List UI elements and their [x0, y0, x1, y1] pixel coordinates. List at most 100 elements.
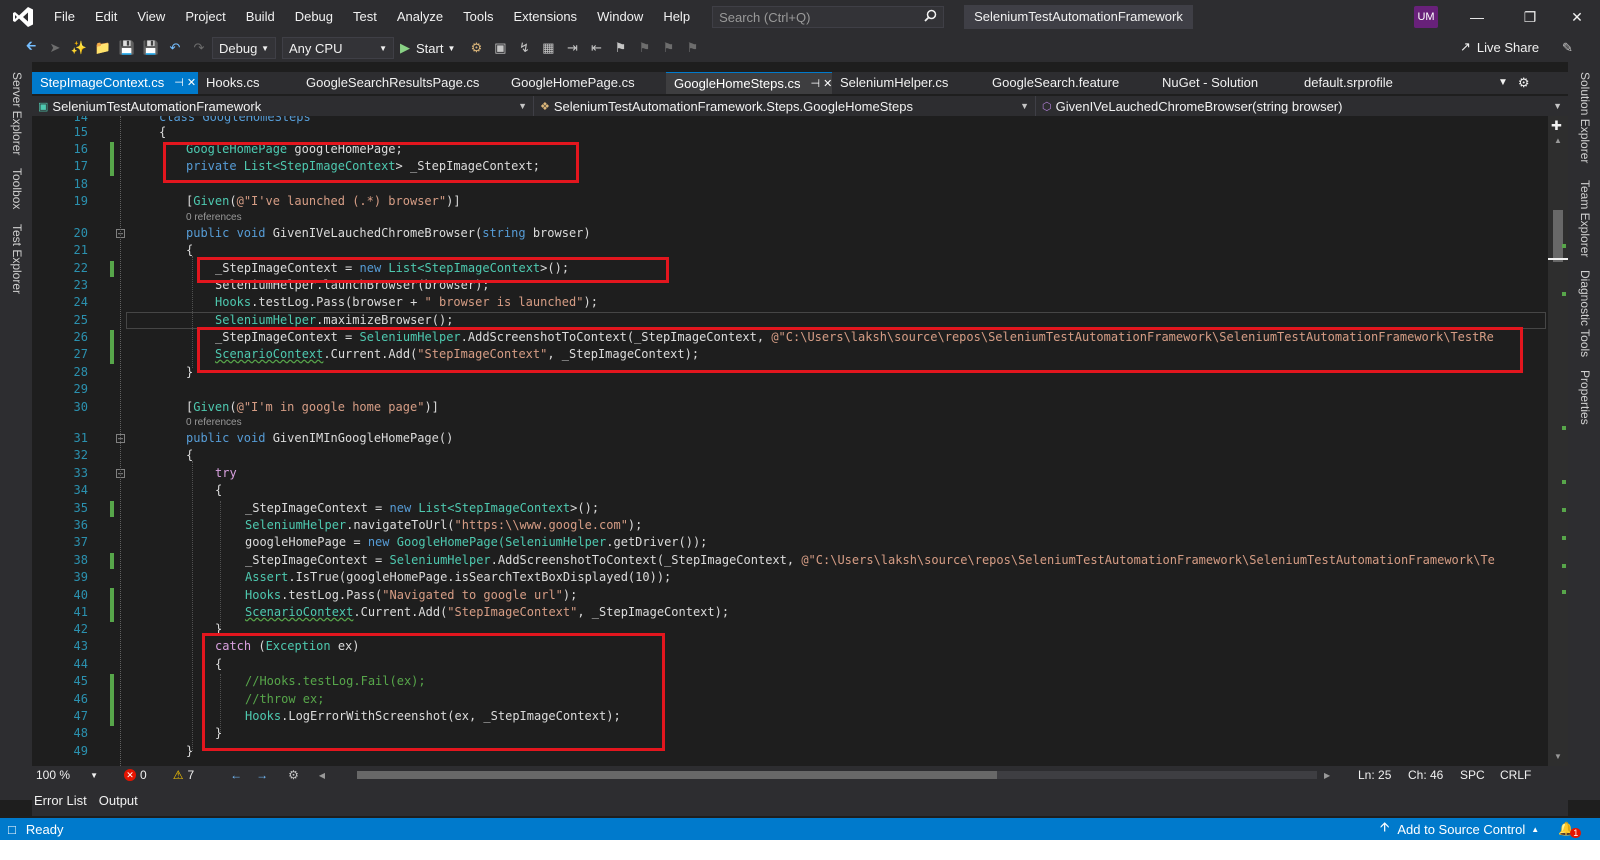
- chevron-down-icon: ▼: [261, 43, 269, 53]
- codelens-references[interactable]: 0 references: [186, 417, 242, 428]
- code-token: string: [482, 226, 526, 240]
- solution-tools-icon[interactable]: ▦: [537, 37, 559, 59]
- tab-output[interactable]: Output: [99, 793, 138, 808]
- platform-select[interactable]: Any CPU ▼: [282, 37, 394, 59]
- whitespace-indicator[interactable]: SPC: [1460, 768, 1485, 782]
- menu-edit[interactable]: Edit: [85, 0, 127, 34]
- error-count[interactable]: ✕ 0: [124, 768, 147, 782]
- step-icon[interactable]: ↯: [513, 37, 535, 59]
- indent-icon[interactable]: ⇥: [561, 37, 583, 59]
- live-share-button[interactable]: ↗ Live Share: [1460, 39, 1539, 55]
- change-marker: [1562, 590, 1566, 594]
- member-dropdown[interactable]: ⬡ GivenIVeLauchedChromeBrowser(string br…: [1036, 96, 1568, 116]
- configuration-select[interactable]: Debug ▼: [212, 37, 276, 59]
- team-explorer-tab[interactable]: Team Explorer: [1578, 180, 1592, 257]
- navigate-back-icon[interactable]: 🡰: [20, 37, 42, 59]
- line-ending-indicator[interactable]: CRLF: [1500, 768, 1531, 782]
- scroll-down-icon[interactable]: ▼: [1554, 752, 1562, 761]
- class-dropdown[interactable]: ❖ SeleniumTestAutomationFramework.Steps.…: [534, 96, 1036, 116]
- properties-tab[interactable]: Properties: [1578, 370, 1592, 425]
- scroll-thumb[interactable]: [1553, 210, 1563, 262]
- horizontal-scroll-thumb[interactable]: [357, 771, 997, 779]
- pin-close-icon[interactable]: ⊣ ✕: [174, 72, 196, 94]
- horizontal-scrollbar[interactable]: [357, 771, 1317, 779]
- avatar[interactable]: UM: [1414, 6, 1438, 28]
- add-to-source-control-button[interactable]: 🡩 Add to Source Control ▲: [1380, 818, 1539, 840]
- restore-icon[interactable]: ❐: [1507, 0, 1553, 34]
- scroll-right-icon[interactable]: ▶: [1324, 771, 1330, 780]
- solution-explorer-tab[interactable]: Solution Explorer: [1578, 72, 1592, 163]
- tab-nuget-solution[interactable]: NuGet - Solution: [1154, 72, 1296, 94]
- tab-googlesearch-feature[interactable]: GoogleSearch.feature: [984, 72, 1154, 94]
- codelens-references[interactable]: 0 references: [186, 212, 242, 223]
- chevron-down-icon: ▼: [447, 43, 456, 53]
- tab-default-srprofile[interactable]: default.srprofile: [1296, 72, 1426, 94]
- minimize-icon[interactable]: —: [1454, 0, 1500, 34]
- gear-icon[interactable]: ⚙: [1518, 72, 1530, 94]
- tab-seleniumhelper[interactable]: SeleniumHelper.cs: [832, 72, 984, 94]
- menu-test[interactable]: Test: [343, 0, 387, 34]
- menu-help[interactable]: Help: [653, 0, 700, 34]
- warning-count[interactable]: ⚠ 7: [173, 768, 194, 782]
- redo-icon[interactable]: ↷: [188, 37, 210, 59]
- previous-issue-icon[interactable]: ←: [230, 768, 242, 782]
- new-project-icon[interactable]: ✨: [68, 37, 90, 59]
- notification-badge: 1: [1570, 828, 1582, 838]
- tab-overflow-icon[interactable]: ▼: [1498, 72, 1508, 94]
- scroll-left-icon[interactable]: ◀: [319, 771, 325, 780]
- code-token: List<: [411, 501, 455, 515]
- next-issue-icon[interactable]: →: [256, 768, 268, 782]
- menu-extensions[interactable]: Extensions: [503, 0, 587, 34]
- project-dropdown[interactable]: ▣ SeleniumTestAutomationFramework ▼: [32, 96, 534, 116]
- tab-googlesearchresultspage[interactable]: GoogleSearchResultsPage.cs: [298, 72, 503, 94]
- column-indicator[interactable]: Ch: 46: [1408, 768, 1443, 782]
- menu-debug[interactable]: Debug: [285, 0, 343, 34]
- toolbox-tab[interactable]: Toolbox: [10, 168, 24, 209]
- test-explorer-tab[interactable]: Test Explorer: [10, 224, 24, 294]
- code-token: .IsTrue(googleHomePage.isSearchTextBoxDi…: [288, 570, 672, 584]
- undo-icon[interactable]: ↶: [164, 37, 186, 59]
- menu-view[interactable]: View: [127, 0, 175, 34]
- search-input[interactable]: Search (Ctrl+Q): [712, 6, 945, 28]
- tab-error-list[interactable]: Error List: [34, 793, 87, 808]
- start-button[interactable]: ▶ Start ▼: [400, 40, 455, 56]
- tab-stepimagecontext[interactable]: StepImageContext.cs ⊣ ✕: [32, 72, 198, 94]
- clear-bookmarks-icon[interactable]: ⚑: [681, 37, 703, 59]
- code-token: )]: [446, 194, 461, 208]
- tab-hooks[interactable]: Hooks.cs: [198, 72, 298, 94]
- code-token: (: [229, 400, 237, 414]
- menu-window[interactable]: Window: [587, 0, 653, 34]
- outdent-icon[interactable]: ⇤: [585, 37, 607, 59]
- diagnostic-tools-tab[interactable]: Diagnostic Tools: [1578, 270, 1592, 357]
- visual-studio-logo-icon[interactable]: [8, 2, 38, 32]
- code-editor[interactable]: 14 15 16 17 18 19 20 21 22 23 24 25 26 2…: [32, 116, 1568, 766]
- menu-project[interactable]: Project: [175, 0, 235, 34]
- menu-tools[interactable]: Tools: [453, 0, 503, 34]
- save-icon[interactable]: 💾: [116, 37, 138, 59]
- cleanup-brush-icon[interactable]: ⚙: [288, 768, 299, 782]
- split-icon[interactable]: ✚: [1551, 118, 1562, 134]
- save-all-icon[interactable]: 💾: [140, 37, 162, 59]
- close-window-icon[interactable]: ✕: [1554, 0, 1600, 34]
- prev-bookmark-icon[interactable]: ⚑: [633, 37, 655, 59]
- notifications-button[interactable]: 🔔 1: [1558, 820, 1582, 838]
- tab-googlehomesteps[interactable]: GoogleHomeSteps.cs ⊣ ✕: [666, 72, 832, 94]
- scroll-up-icon[interactable]: ▲: [1554, 136, 1562, 145]
- menu-build[interactable]: Build: [236, 0, 285, 34]
- code-token: SeleniumHelper: [505, 535, 607, 549]
- zoom-select[interactable]: 100 % ▼: [36, 768, 98, 782]
- open-file-icon[interactable]: 📁: [92, 37, 114, 59]
- navigate-forward-icon[interactable]: ➤: [44, 37, 66, 59]
- bookmark-icon[interactable]: ⚑: [609, 37, 631, 59]
- screenshot-icon[interactable]: ▣: [489, 37, 511, 59]
- menu-analyze[interactable]: Analyze: [387, 0, 453, 34]
- feedback-icon[interactable]: ✎: [1562, 40, 1573, 56]
- tab-googlehomepage[interactable]: GoogleHomePage.cs: [503, 72, 666, 94]
- line-indicator[interactable]: Ln: 25: [1358, 768, 1391, 782]
- pin-close-icon[interactable]: ⊣ ✕: [810, 73, 832, 95]
- server-explorer-tab[interactable]: Server Explorer: [10, 72, 24, 155]
- vertical-scrollbar[interactable]: ✚ ▲ ▼: [1548, 116, 1568, 766]
- browser-link-icon[interactable]: ⚙: [465, 37, 487, 59]
- menu-file[interactable]: File: [44, 0, 85, 34]
- next-bookmark-icon[interactable]: ⚑: [657, 37, 679, 59]
